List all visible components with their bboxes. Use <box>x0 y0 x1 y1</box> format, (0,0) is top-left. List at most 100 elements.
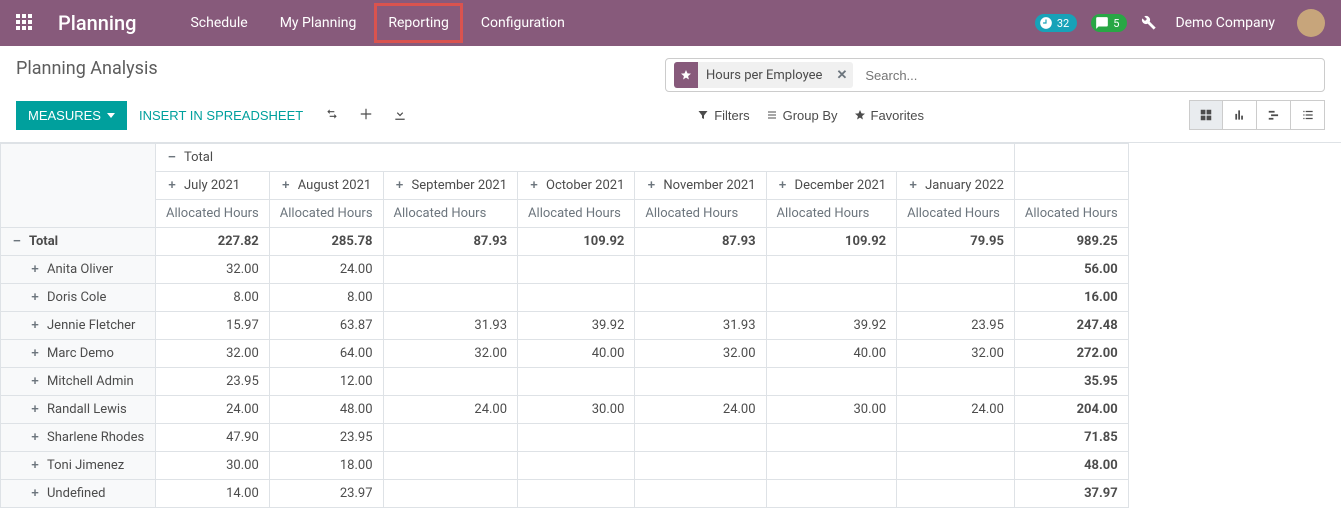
company-name[interactable]: Demo Company <box>1175 15 1275 31</box>
pivot-cell: 24.00 <box>897 396 1015 424</box>
col-header[interactable]: +December 2021 <box>766 172 897 200</box>
pivot-cell <box>518 256 635 284</box>
app-brand: Planning <box>58 11 136 35</box>
gantt-view-button[interactable] <box>1257 100 1291 130</box>
row-header[interactable]: +Jennie Fletcher <box>1 312 156 340</box>
user-avatar[interactable] <box>1297 9 1325 37</box>
pivot-cell: 87.93 <box>635 228 766 256</box>
pivot-cell: 989.25 <box>1014 228 1128 256</box>
expand-icon[interactable]: + <box>528 178 540 193</box>
row-header[interactable]: +Undefined <box>1 480 156 508</box>
favorite-icon <box>674 62 698 88</box>
filters-label: Filters <box>714 108 749 123</box>
groupby-button[interactable]: Group By <box>766 108 838 123</box>
pivot-corner <box>1 144 156 228</box>
expand-icon[interactable]: + <box>29 430 41 445</box>
col-header[interactable]: +August 2021 <box>269 172 383 200</box>
chat-badge[interactable]: 5 <box>1091 14 1127 32</box>
pivot-cell: 15.97 <box>156 312 270 340</box>
nav-menu: ScheduleMy PlanningReportingConfiguratio… <box>176 3 578 43</box>
pivot-cell: 14.00 <box>156 480 270 508</box>
pivot-view-button[interactable] <box>1189 100 1223 130</box>
expand-icon[interactable]: + <box>29 346 41 361</box>
col-header[interactable]: +January 2022 <box>897 172 1015 200</box>
measure-header: Allocated Hours <box>383 200 518 228</box>
pivot-cell: 227.82 <box>156 228 270 256</box>
list-view-button[interactable] <box>1291 100 1325 130</box>
pivot-cell: 79.95 <box>897 228 1015 256</box>
collapse-icon[interactable]: − <box>166 150 178 165</box>
col-header[interactable]: +September 2021 <box>383 172 518 200</box>
row-header[interactable]: +Mitchell Admin <box>1 368 156 396</box>
col-total-header[interactable]: −Total <box>156 144 1015 172</box>
row-total-header[interactable]: −Total <box>1 228 156 256</box>
pivot-cell <box>897 256 1015 284</box>
expand-icon[interactable]: + <box>645 178 657 193</box>
row-header[interactable]: +Marc Demo <box>1 340 156 368</box>
expand-icon[interactable]: + <box>29 458 41 473</box>
nav-item-schedule[interactable]: Schedule <box>176 3 261 43</box>
pivot-row-total: 247.48 <box>1014 312 1128 340</box>
col-header[interactable]: +October 2021 <box>518 172 635 200</box>
settings-icon[interactable] <box>1141 15 1157 31</box>
pivot-cell <box>635 284 766 312</box>
timer-badge[interactable]: 32 <box>1035 14 1077 32</box>
graph-view-button[interactable] <box>1223 100 1257 130</box>
expand-icon[interactable]: + <box>166 178 178 193</box>
apps-icon[interactable] <box>16 14 34 32</box>
filters-button[interactable]: Filters <box>697 108 749 123</box>
pivot-cell: 24.00 <box>156 396 270 424</box>
collapse-icon[interactable]: − <box>11 234 23 249</box>
col-header[interactable]: +November 2021 <box>635 172 766 200</box>
favorites-button[interactable]: Favorites <box>854 108 924 123</box>
row-header[interactable]: +Toni Jimenez <box>1 452 156 480</box>
search-area[interactable]: Hours per Employee ✕ <box>665 58 1325 92</box>
page-title: Planning Analysis <box>16 58 158 79</box>
pivot-cell: 48.00 <box>269 396 383 424</box>
grand-total-spacer <box>1014 144 1128 172</box>
expand-icon[interactable]: + <box>907 178 919 193</box>
row-header[interactable]: +Anita Oliver <box>1 256 156 284</box>
pivot-cell: 87.93 <box>383 228 518 256</box>
col-header[interactable]: +July 2021 <box>156 172 270 200</box>
search-facet: Hours per Employee ✕ <box>674 62 853 88</box>
nav-item-my-planning[interactable]: My Planning <box>266 3 371 43</box>
download-button[interactable] <box>383 101 417 130</box>
measures-label: MEASURES <box>28 108 101 123</box>
pivot-cell: 12.00 <box>269 368 383 396</box>
expand-icon[interactable]: + <box>280 178 292 193</box>
insert-spreadsheet-button[interactable]: INSERT IN SPREADSHEET <box>127 101 315 130</box>
pivot-cell <box>897 368 1015 396</box>
facet-close-icon[interactable]: ✕ <box>830 68 853 83</box>
row-header[interactable]: +Doris Cole <box>1 284 156 312</box>
pivot-cell: 23.95 <box>897 312 1015 340</box>
pivot-cell: 32.00 <box>897 340 1015 368</box>
expand-icon[interactable]: + <box>29 290 41 305</box>
expand-icon[interactable]: + <box>394 178 406 193</box>
pivot-cell: 24.00 <box>269 256 383 284</box>
pivot-cell: 23.95 <box>156 368 270 396</box>
expand-icon[interactable]: + <box>29 262 41 277</box>
expand-icon[interactable]: + <box>29 486 41 501</box>
nav-right: 32 5 Demo Company <box>1035 9 1325 37</box>
expand-icon[interactable]: + <box>29 402 41 417</box>
favorites-label: Favorites <box>871 108 924 123</box>
pivot-cell: 23.95 <box>269 424 383 452</box>
row-header[interactable]: +Sharlene Rhodes <box>1 424 156 452</box>
pivot-cell <box>897 284 1015 312</box>
row-header[interactable]: +Randall Lewis <box>1 396 156 424</box>
expand-icon[interactable]: + <box>777 178 789 193</box>
view-switcher <box>1189 100 1325 130</box>
pivot-cell: 47.90 <box>156 424 270 452</box>
nav-item-reporting[interactable]: Reporting <box>374 3 463 43</box>
measures-button[interactable]: MEASURES <box>16 101 127 130</box>
expand-all-button[interactable] <box>349 101 383 130</box>
flip-axis-button[interactable] <box>315 101 349 130</box>
measure-header: Allocated Hours <box>635 200 766 228</box>
expand-icon[interactable]: + <box>29 318 41 333</box>
pivot-cell <box>766 480 897 508</box>
search-input[interactable] <box>857 68 1324 83</box>
pivot-cell <box>635 368 766 396</box>
expand-icon[interactable]: + <box>29 374 41 389</box>
nav-item-configuration[interactable]: Configuration <box>467 3 579 43</box>
